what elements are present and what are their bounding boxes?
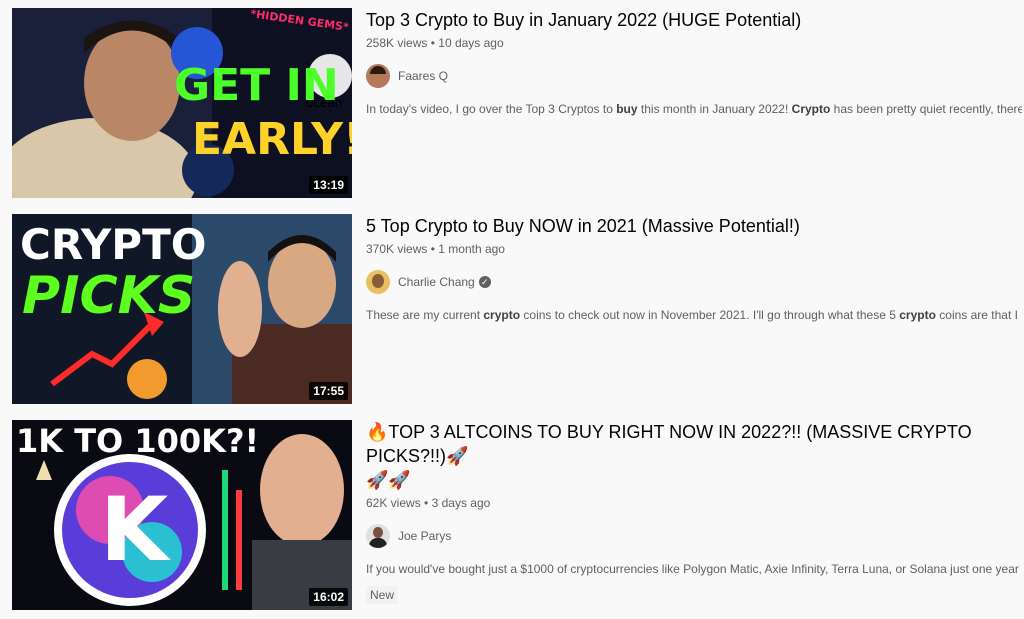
video-views-1: 258K views [366, 36, 428, 50]
video-thumbnail-3[interactable]: 1K TO 100K?! K 16:02 [12, 420, 352, 610]
thumbnail-headline-2b: PICKS [22, 266, 196, 326]
video-description-1: In today's video, I go over the Top 3 Cr… [366, 100, 1022, 118]
video-title-3[interactable]: 🔥TOP 3 ALTCOINS TO BUY RIGHT NOW IN 2022… [366, 420, 1022, 492]
desc-2-part-1: These are my current [366, 308, 484, 322]
channel-name-2[interactable]: Charlie Chang [398, 275, 475, 289]
video-age-3: 3 days ago [431, 496, 491, 510]
desc-1-part-5: has been pretty quiet recently, there ha… [833, 102, 1022, 116]
thumbnail-logo-1: ocean [306, 96, 343, 110]
video-meta-1: 258K views • 10 days ago [366, 34, 1022, 52]
video-views-3: 62K views [366, 496, 421, 510]
desc-1-part-4: Crypto [791, 102, 831, 116]
thumbnail-headline-3: 1K TO 100K?! [16, 422, 260, 460]
video-meta-2: 370K views • 1 month ago [366, 240, 1022, 258]
channel-row-2[interactable]: Charlie Chang ✓ [366, 270, 1022, 294]
video-title-2[interactable]: 5 Top Crypto to Buy NOW in 2021 (Massive… [366, 214, 1022, 238]
video-result-3[interactable]: 1K TO 100K?! K 16:02 🔥TOP 3 ALTCOINS TO … [12, 420, 1022, 610]
channel-name-1[interactable]: Faares Q [398, 69, 448, 83]
desc-2-part-2: crypto [483, 308, 521, 322]
thumbnail-logo-3: K [100, 478, 169, 581]
channel-avatar-1[interactable] [366, 64, 390, 88]
channel-avatar-3[interactable] [366, 524, 390, 548]
meta-separator-3: • [424, 496, 429, 510]
meta-separator-1: • [430, 36, 435, 50]
video-title-3-line-1: 🔥TOP 3 ALTCOINS TO BUY RIGHT NOW IN 2022… [366, 422, 972, 466]
video-age-1: 10 days ago [438, 36, 504, 50]
channel-row-3[interactable]: Joe Parys [366, 524, 1022, 548]
video-info-2: 5 Top Crypto to Buy NOW in 2021 (Massive… [366, 214, 1022, 324]
video-title-3-line-2: 🚀🚀 [366, 470, 411, 490]
desc-1-part-3: this month in January 2022! [637, 102, 792, 116]
video-thumbnail-2[interactable]: CRYPTO PICKS 17:55 [12, 214, 352, 404]
video-thumbnail-1[interactable]: *HIDDEN GEMS* GET IN EARLY! ocean 13:19 [12, 8, 352, 198]
video-meta-3: 62K views • 3 days ago [366, 494, 1022, 512]
desc-2-part-4: crypto [899, 308, 936, 322]
channel-avatar-2[interactable] [366, 270, 390, 294]
video-age-2: 1 month ago [438, 242, 505, 256]
thumbnail-headline-2a: CRYPTO [20, 220, 207, 269]
desc-3-part-1: If you would've bought just a $1000 of c… [366, 562, 1022, 576]
desc-1-part-2: buy [616, 102, 638, 116]
video-views-2: 370K views [366, 242, 428, 256]
meta-separator-2: • [430, 242, 435, 256]
video-duration-1: 13:19 [309, 176, 348, 194]
channel-name-3[interactable]: Joe Parys [398, 529, 451, 543]
video-result-2[interactable]: CRYPTO PICKS 17:55 5 Top Crypto to Buy N… [12, 214, 1022, 404]
channel-row-1[interactable]: Faares Q [366, 64, 1022, 88]
video-title-1[interactable]: Top 3 Crypto to Buy in January 2022 (HUG… [366, 8, 1022, 32]
desc-2-part-5: coins are that I am ... [939, 308, 1022, 322]
video-duration-2: 17:55 [309, 382, 348, 400]
video-duration-3: 16:02 [309, 588, 348, 606]
desc-1-part-1: In today's video, I go over the Top 3 Cr… [366, 102, 617, 116]
desc-2-part-3: coins to check out now in November 2021.… [520, 308, 900, 322]
new-badge: New [366, 586, 399, 604]
verified-check-icon: ✓ [478, 276, 491, 288]
video-info-1: Top 3 Crypto to Buy in January 2022 (HUG… [366, 8, 1022, 118]
video-result-1[interactable]: *HIDDEN GEMS* GET IN EARLY! ocean 13:19 … [12, 8, 1022, 198]
thumbnail-headline-1b: EARLY! [192, 114, 352, 165]
video-info-3: 🔥TOP 3 ALTCOINS TO BUY RIGHT NOW IN 2022… [366, 420, 1022, 604]
video-description-2: These are my current crypto coins to che… [366, 306, 1022, 324]
video-description-3: If you would've bought just a $1000 of c… [366, 560, 1022, 578]
